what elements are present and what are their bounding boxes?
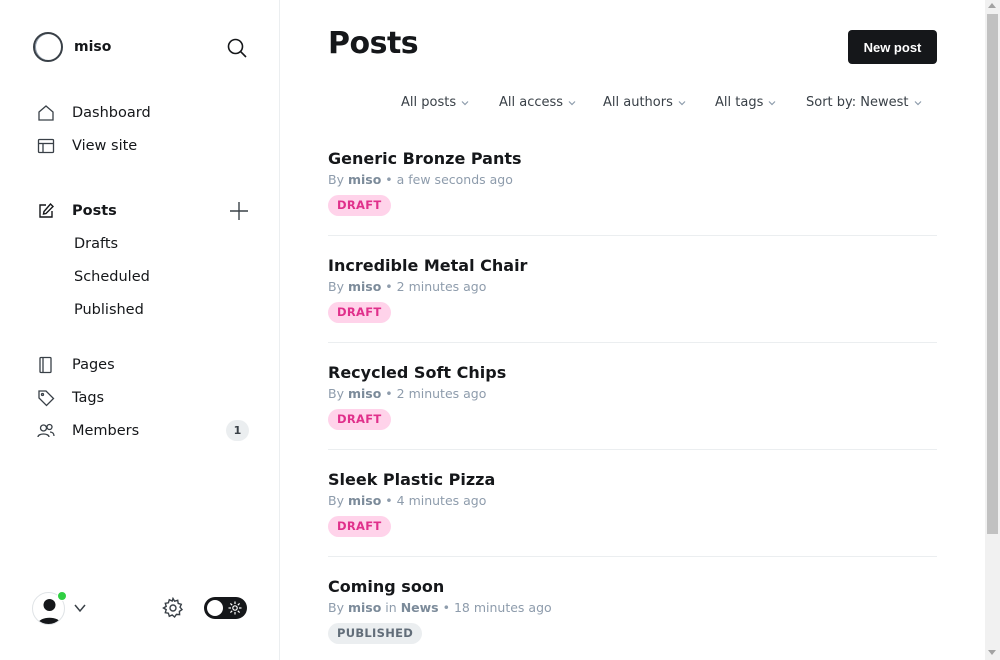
filter-sort-label: Sort by: Newest xyxy=(806,95,909,110)
post-author: miso xyxy=(347,600,382,615)
filter-tags[interactable]: All tags xyxy=(715,95,776,110)
nav-published[interactable]: Published xyxy=(74,299,144,321)
post-author: miso xyxy=(347,493,382,508)
post-by: By xyxy=(328,493,344,508)
layout-icon xyxy=(36,136,56,156)
filter-authors[interactable]: All authors xyxy=(603,95,686,110)
post-item[interactable]: Incredible Metal Chair By miso • 2 minut… xyxy=(328,256,937,323)
divider xyxy=(328,449,937,450)
divider xyxy=(328,556,937,557)
post-by: By xyxy=(328,386,344,401)
chevron-down-icon xyxy=(568,100,576,105)
user-menu[interactable] xyxy=(32,591,67,625)
post-author: miso xyxy=(347,172,382,187)
filter-authors-label: All authors xyxy=(603,95,673,110)
filter-type-label: All posts xyxy=(401,95,457,110)
filter-access[interactable]: All access xyxy=(499,95,576,110)
members-icon xyxy=(36,421,56,441)
page-title: Posts xyxy=(328,26,419,61)
nav-tags-label: Tags xyxy=(72,390,105,406)
nav-tags[interactable]: Tags xyxy=(36,386,104,410)
sun-icon xyxy=(228,601,242,615)
status-badge: DRAFT xyxy=(328,516,391,537)
nav-members-label: Members xyxy=(72,423,140,439)
post-item[interactable]: Generic Bronze Pants By miso • a few sec… xyxy=(328,149,937,216)
scrollbar-thumb[interactable] xyxy=(987,14,998,534)
divider xyxy=(328,342,937,343)
nav-posts-label: Posts xyxy=(72,203,117,219)
post-by: By xyxy=(328,600,344,615)
post-by: By xyxy=(328,279,344,294)
post-time: 2 minutes ago xyxy=(396,386,487,401)
chevron-down-icon xyxy=(678,100,686,105)
post-item[interactable]: Coming soon By miso in News • 18 minutes… xyxy=(328,577,937,644)
post-title[interactable]: Coming soon xyxy=(328,577,937,597)
post-meta: By miso • 2 minutes ago xyxy=(328,279,487,294)
post-tag: News xyxy=(400,600,439,615)
brand-logo-icon xyxy=(33,32,63,62)
post-item[interactable]: Recycled Soft Chips By miso • 2 minutes … xyxy=(328,363,937,430)
post-time: 18 minutes ago xyxy=(453,600,552,615)
edit-icon xyxy=(36,201,56,221)
nav-pages-label: Pages xyxy=(72,357,115,373)
nav-view-site-label: View site xyxy=(72,138,138,154)
search-icon[interactable] xyxy=(226,37,248,59)
nav-view-site[interactable]: View site xyxy=(36,134,137,158)
post-meta: By miso • 4 minutes ago xyxy=(328,493,487,508)
post-meta: By miso • 2 minutes ago xyxy=(328,386,487,401)
brand-name: miso xyxy=(74,39,112,55)
chevron-down-icon xyxy=(914,100,921,105)
status-badge: PUBLISHED xyxy=(328,623,423,644)
tag-icon xyxy=(36,388,56,408)
status-badge: DRAFT xyxy=(328,302,391,323)
divider xyxy=(328,235,937,236)
post-title[interactable]: Recycled Soft Chips xyxy=(328,363,937,383)
plus-icon[interactable] xyxy=(228,200,250,222)
nav-pages[interactable]: Pages xyxy=(36,353,115,377)
filter-access-label: All access xyxy=(499,95,564,110)
nav-scheduled[interactable]: Scheduled xyxy=(74,266,150,288)
status-badge: DRAFT xyxy=(328,409,391,430)
theme-toggle[interactable] xyxy=(204,597,247,619)
gear-icon[interactable] xyxy=(162,597,184,619)
filter-sort[interactable]: Sort by: Newest xyxy=(806,95,922,110)
theme-toggle-knob xyxy=(207,600,223,616)
chevron-down-icon[interactable] xyxy=(72,600,88,616)
page-icon xyxy=(36,355,56,375)
post-item[interactable]: Sleek Plastic Pizza By miso • 4 minutes … xyxy=(328,470,937,537)
post-meta: By miso • a few seconds ago xyxy=(328,172,513,187)
online-status-dot xyxy=(57,591,67,601)
scroll-down-arrow-icon[interactable] xyxy=(988,650,996,655)
status-badge: DRAFT xyxy=(328,195,391,216)
post-time: 4 minutes ago xyxy=(396,493,487,508)
post-author: miso xyxy=(347,386,382,401)
filter-tags-label: All tags xyxy=(715,95,764,110)
post-time: a few seconds ago xyxy=(396,172,513,187)
members-count-badge: 1 xyxy=(226,420,249,441)
post-title[interactable]: Generic Bronze Pants xyxy=(328,149,937,169)
scroll-up-arrow-icon[interactable] xyxy=(988,3,996,8)
nav-members[interactable]: Members xyxy=(36,419,139,443)
post-meta: By miso in News • 18 minutes ago xyxy=(328,600,552,615)
chevron-down-icon xyxy=(461,100,469,105)
post-by: By xyxy=(328,172,344,187)
post-filters: All posts All access All authors All tag… xyxy=(0,95,1000,113)
nav-posts[interactable]: Posts xyxy=(36,199,117,223)
post-time: 2 minutes ago xyxy=(396,279,487,294)
filter-type[interactable]: All posts xyxy=(401,95,469,110)
chevron-down-icon xyxy=(768,100,776,105)
new-post-button[interactable]: New post xyxy=(848,30,937,64)
post-title[interactable]: Sleek Plastic Pizza xyxy=(328,470,937,490)
brand[interactable]: miso xyxy=(33,32,111,62)
post-title[interactable]: Incredible Metal Chair xyxy=(328,256,937,276)
nav-drafts[interactable]: Drafts xyxy=(74,233,118,255)
post-author: miso xyxy=(347,279,382,294)
post-in: in xyxy=(385,600,397,615)
